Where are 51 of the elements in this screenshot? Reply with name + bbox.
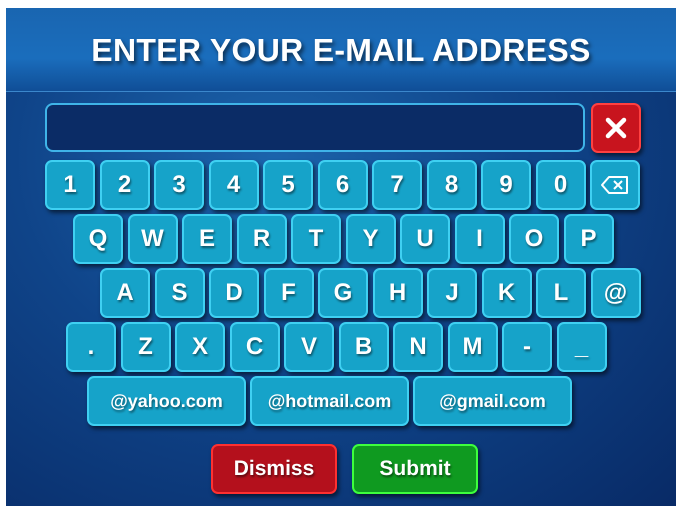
keyboard-key[interactable]: 9 bbox=[481, 160, 531, 210]
keyboard-key[interactable]: K bbox=[482, 268, 532, 318]
keyboard-key[interactable]: S bbox=[154, 268, 204, 318]
backspace-icon bbox=[600, 175, 630, 195]
keyboard-key[interactable]: Z bbox=[120, 322, 170, 372]
keyboard-key[interactable]: M bbox=[448, 322, 498, 372]
keyboard-key[interactable]: @ bbox=[590, 268, 640, 318]
submit-button[interactable]: Submit bbox=[352, 444, 478, 494]
keyboard-key[interactable]: Y bbox=[346, 214, 396, 264]
keyboard-key[interactable]: 7 bbox=[372, 160, 422, 210]
keyboard-key[interactable]: P bbox=[564, 214, 614, 264]
keyboard-key[interactable]: V bbox=[284, 322, 334, 372]
keyboard-key[interactable]: D bbox=[209, 268, 259, 318]
backspace-key[interactable] bbox=[590, 160, 640, 210]
domain-key[interactable]: @gmail.com bbox=[413, 376, 572, 426]
keyboard-key[interactable]: H bbox=[372, 268, 422, 318]
keyboard-key[interactable]: I bbox=[454, 214, 504, 264]
clear-button[interactable] bbox=[591, 103, 641, 153]
keyboard-key[interactable]: L bbox=[536, 268, 586, 318]
keyboard-key[interactable]: 4 bbox=[208, 160, 258, 210]
keyboard-key[interactable]: Q bbox=[73, 214, 123, 264]
keyboard-key[interactable]: C bbox=[230, 322, 280, 372]
keyboard-key[interactable]: 3 bbox=[154, 160, 204, 210]
keyboard-key[interactable]: 8 bbox=[426, 160, 476, 210]
keyboard-key[interactable]: . bbox=[66, 322, 116, 372]
keyboard-key[interactable]: J bbox=[427, 268, 477, 318]
keyboard-key[interactable]: 5 bbox=[263, 160, 313, 210]
keyboard-key[interactable]: X bbox=[175, 322, 225, 372]
keyboard-key[interactable]: B bbox=[338, 322, 388, 372]
keyboard-key[interactable]: A bbox=[100, 268, 150, 318]
dismiss-button[interactable]: Dismiss bbox=[211, 444, 337, 494]
keyboard-key[interactable]: 1 bbox=[45, 160, 95, 210]
keyboard-key[interactable]: _ bbox=[556, 322, 606, 372]
keyboard-key[interactable]: R bbox=[236, 214, 286, 264]
domain-key[interactable]: @yahoo.com bbox=[87, 376, 246, 426]
keyboard-key[interactable]: N bbox=[393, 322, 443, 372]
keyboard-key[interactable]: T bbox=[291, 214, 341, 264]
keyboard-key[interactable]: O bbox=[509, 214, 559, 264]
keyboard-key[interactable]: E bbox=[182, 214, 232, 264]
keyboard-key[interactable]: - bbox=[502, 322, 552, 372]
keyboard-key[interactable]: U bbox=[400, 214, 450, 264]
keyboard-key[interactable]: W bbox=[128, 214, 178, 264]
title: ENTER YOUR E-MAIL ADDRESS bbox=[91, 30, 591, 70]
keyboard-key[interactable]: G bbox=[318, 268, 368, 318]
domain-key[interactable]: @hotmail.com bbox=[250, 376, 409, 426]
keyboard-key[interactable]: F bbox=[264, 268, 314, 318]
keyboard-key[interactable]: 2 bbox=[100, 160, 150, 210]
keyboard-key[interactable]: 6 bbox=[318, 160, 368, 210]
close-icon bbox=[604, 116, 628, 140]
email-input-field[interactable] bbox=[45, 103, 585, 152]
keyboard-key[interactable]: 0 bbox=[536, 160, 586, 210]
